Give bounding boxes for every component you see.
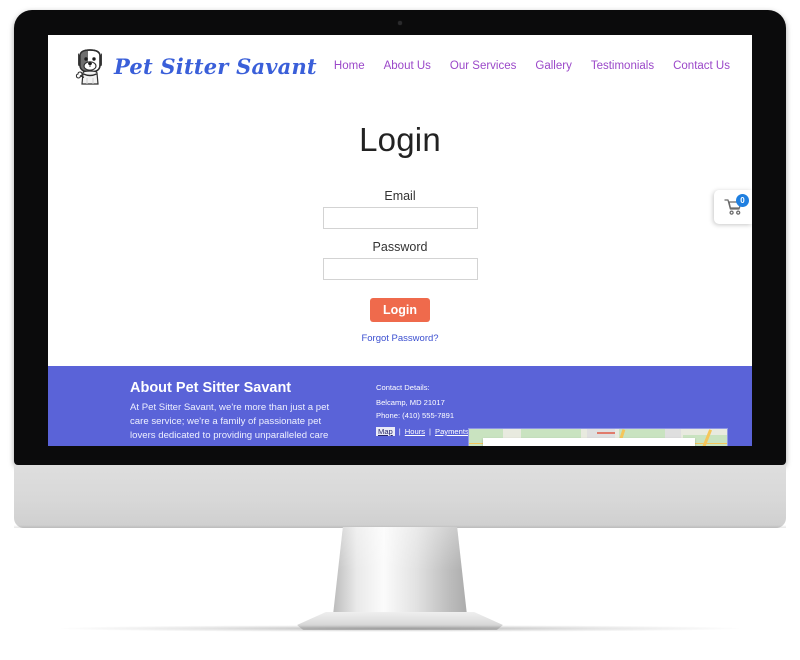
site-footer: About Pet Sitter Savant At Pet Sitter Sa… [48, 366, 752, 446]
contact-phone: Phone: (410) 555-7891 [376, 410, 455, 420]
login-submit-button[interactable]: Login [369, 298, 430, 322]
monitor-chin [14, 465, 786, 528]
nav-item-contact-us[interactable]: Contact Us [673, 60, 730, 72]
ground-shadow [60, 625, 740, 632]
footer-link-hours[interactable]: Hours [405, 427, 425, 436]
contact-heading: Contact Details: [376, 383, 430, 392]
cart-widget[interactable]: 0 [714, 190, 752, 224]
nav-item-about-us[interactable]: About Us [384, 60, 431, 72]
dog-logo-icon [75, 49, 102, 85]
brand-logo[interactable]: Pet Sitter Savant [73, 47, 317, 85]
imac-monitor-mockup: Pet Sitter Savant Home About Us Our Serv… [0, 0, 800, 660]
brand-name: Pet Sitter Savant [114, 53, 317, 79]
footer-about-heading: About Pet Sitter Savant [130, 380, 292, 396]
footer-about-column: About Pet Sitter Savant At Pet Sitter Sa… [48, 380, 338, 446]
link-separator-1: | [398, 426, 401, 436]
password-label: Password [372, 240, 428, 254]
monitor-stand-neck [332, 527, 468, 624]
email-input[interactable] [322, 207, 478, 229]
forgot-password-link[interactable]: Forgot Password? [361, 333, 438, 344]
map-infobox [483, 438, 695, 446]
password-field-group: Password [48, 240, 752, 280]
nav-item-our-services[interactable]: Our Services [450, 60, 516, 72]
webcam-icon [398, 21, 402, 25]
site-header: Pet Sitter Savant Home About Us Our Serv… [48, 35, 752, 97]
footer-about-text: At Pet Sitter Savant, we're more than ju… [130, 402, 334, 446]
login-actions: Login [48, 291, 752, 322]
login-section: Login Email Password Login Forgot Passwo… [48, 97, 752, 366]
nav-item-gallery[interactable]: Gallery [535, 60, 571, 72]
map-embed[interactable] [468, 428, 728, 446]
browser-viewport: Pet Sitter Savant Home About Us Our Serv… [48, 35, 752, 446]
main-navigation: Home About Us Our Services Gallery Testi… [334, 60, 730, 72]
cart-badge: 0 [736, 194, 749, 207]
footer-link-map[interactable]: Map [376, 426, 395, 436]
password-input[interactable] [322, 258, 478, 280]
nav-item-home[interactable]: Home [334, 60, 365, 72]
contact-address: Belcamp, MD 21017 [376, 398, 445, 408]
email-label: Email [384, 189, 416, 203]
nav-item-testimonials[interactable]: Testimonials [591, 60, 654, 72]
email-field-group: Email [48, 189, 752, 229]
link-separator-2: | [429, 426, 432, 436]
page-title: Login [359, 121, 441, 158]
